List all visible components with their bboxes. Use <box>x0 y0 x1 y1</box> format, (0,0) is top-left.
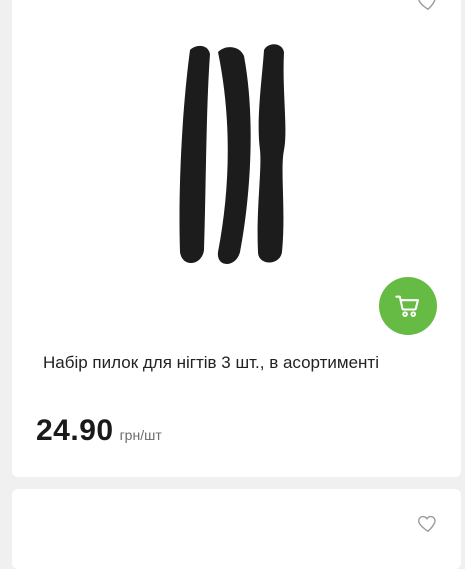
product-card[interactable] <box>12 489 461 569</box>
product-image[interactable] <box>122 30 342 330</box>
price-unit: грн/шт <box>119 427 162 443</box>
nail-files-image <box>179 44 286 264</box>
heart-icon <box>418 515 436 533</box>
favorite-button[interactable] <box>417 0 439 12</box>
favorite-button[interactable] <box>417 512 439 534</box>
heart-icon <box>418 0 436 11</box>
product-name[interactable]: Набір пилок для нігтів 3 шт., в асортиме… <box>43 352 443 374</box>
cart-icon <box>395 295 419 317</box>
add-to-cart-button[interactable] <box>379 277 437 335</box>
product-card[interactable]: Набір пилок для нігтів 3 шт., в асортиме… <box>12 0 461 477</box>
price: 24.90 грн/шт <box>36 414 162 448</box>
price-value: 24.90 <box>36 414 114 447</box>
